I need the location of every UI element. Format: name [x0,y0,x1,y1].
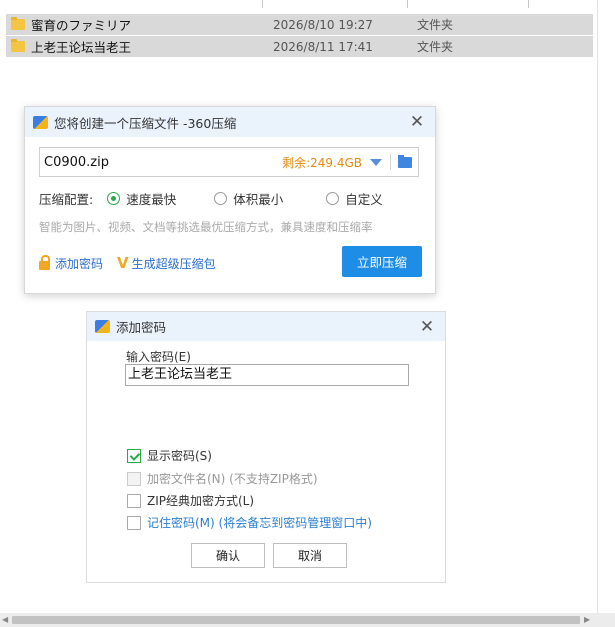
v-badge-icon: V [117,254,129,272]
file-date: 2026/8/11 17:41 [273,39,373,54]
extra-options: 添加密码 V 生成超级压缩包 [39,254,216,272]
lock-icon [39,254,50,270]
browse-folder-icon[interactable] [398,154,412,168]
dialog-title: 您将创建一个压缩文件 -360压缩 [54,115,237,131]
horizontal-scrollbar[interactable]: ◀ ▶ [0,613,615,627]
disk-space-left: 剩余:249.4GB [282,155,362,170]
360-compress-app-icon [33,115,48,129]
file-type: 文件夹 [417,40,454,54]
add-password-link[interactable]: 添加密码 [55,255,103,272]
radio-selected[interactable] [107,191,121,205]
column-separator[interactable] [407,0,408,8]
360-compress-app-icon [95,320,110,333]
file-name: 上老王论坛当老王 [31,40,132,55]
dialog-title: 添加密码 [116,320,167,335]
file-row[interactable]: 上老王论坛当老王 2026/8/11 17:41 文件夹 [6,36,593,57]
checkbox-disabled[interactable] [127,471,141,486]
password-input[interactable]: 上老王论坛当老王 [125,364,409,386]
compress-dialog: 您将创建一个压缩文件 -360压缩 ✕ C0900.zip 剩余:249.4GB… [24,106,436,294]
scroll-left-icon[interactable]: ◀ [2,615,8,624]
option-custom[interactable]: 自定义 [326,189,383,208]
checkbox-checked[interactable] [127,448,141,463]
compress-now-button[interactable]: 立即压缩 [342,246,422,277]
add-password-dialog: 添加密码 ✕ 输入密码(E) 上老王论坛当老王 显示密码(S) 加密文件名(N)… [86,311,446,583]
divider [390,154,391,170]
option-fastest[interactable]: 速度最快 [107,189,176,208]
dialog-titlebar[interactable]: 您将创建一个压缩文件 -360压缩 ✕ [25,107,435,137]
radio-unselected[interactable] [326,191,340,205]
compression-hint: 智能为图片、视频、文档等挑选最优压缩方式，兼具速度和压缩率 [39,220,373,234]
encrypt-filename-checkbox[interactable]: 加密文件名(N) (不支持ZIP格式) [127,470,318,487]
zip-classic-encryption-checkbox[interactable]: ZIP经典加密方式(L) [127,492,254,509]
divider [597,0,598,613]
remember-password-checkbox[interactable]: 记住密码(M) (将会备忘到密码管理窗口中) [127,514,372,531]
archive-filename[interactable]: C0900.zip [44,155,282,170]
compression-options: 压缩配置: 速度最快 体积最小 自定义 [39,189,383,207]
checkbox-unchecked[interactable] [127,515,141,530]
option-smallest[interactable]: 体积最小 [214,189,283,208]
archive-path-field[interactable]: C0900.zip 剩余:249.4GB [39,147,419,177]
checkbox-unchecked[interactable] [127,493,141,508]
folder-icon [11,39,25,52]
scrollbar-thumb[interactable] [12,616,580,624]
dropdown-arrow-icon[interactable] [370,158,382,166]
super-package-link[interactable]: 生成超级压缩包 [132,255,216,272]
file-name: 蜜育のファミリア [31,18,132,33]
scroll-right-icon[interactable]: ▶ [584,615,590,624]
dialog-titlebar[interactable]: 添加密码 ✕ [87,312,445,341]
radio-unselected[interactable] [214,191,228,205]
close-icon[interactable]: ✕ [418,318,436,336]
compression-config-label: 压缩配置: [39,191,94,207]
cancel-button[interactable]: 取消 [273,543,347,568]
confirm-button[interactable]: 确认 [191,543,265,568]
close-icon[interactable]: ✕ [408,113,426,131]
password-input-label: 输入密码(E) [126,350,191,364]
column-separator[interactable] [262,0,263,8]
file-date: 2026/8/10 19:27 [273,17,373,32]
show-password-checkbox[interactable]: 显示密码(S) [127,447,212,464]
folder-icon [11,17,25,30]
file-row[interactable]: 蜜育のファミリア 2026/8/10 19:27 文件夹 [6,14,593,35]
file-type: 文件夹 [417,18,454,32]
column-separator[interactable] [528,0,529,8]
